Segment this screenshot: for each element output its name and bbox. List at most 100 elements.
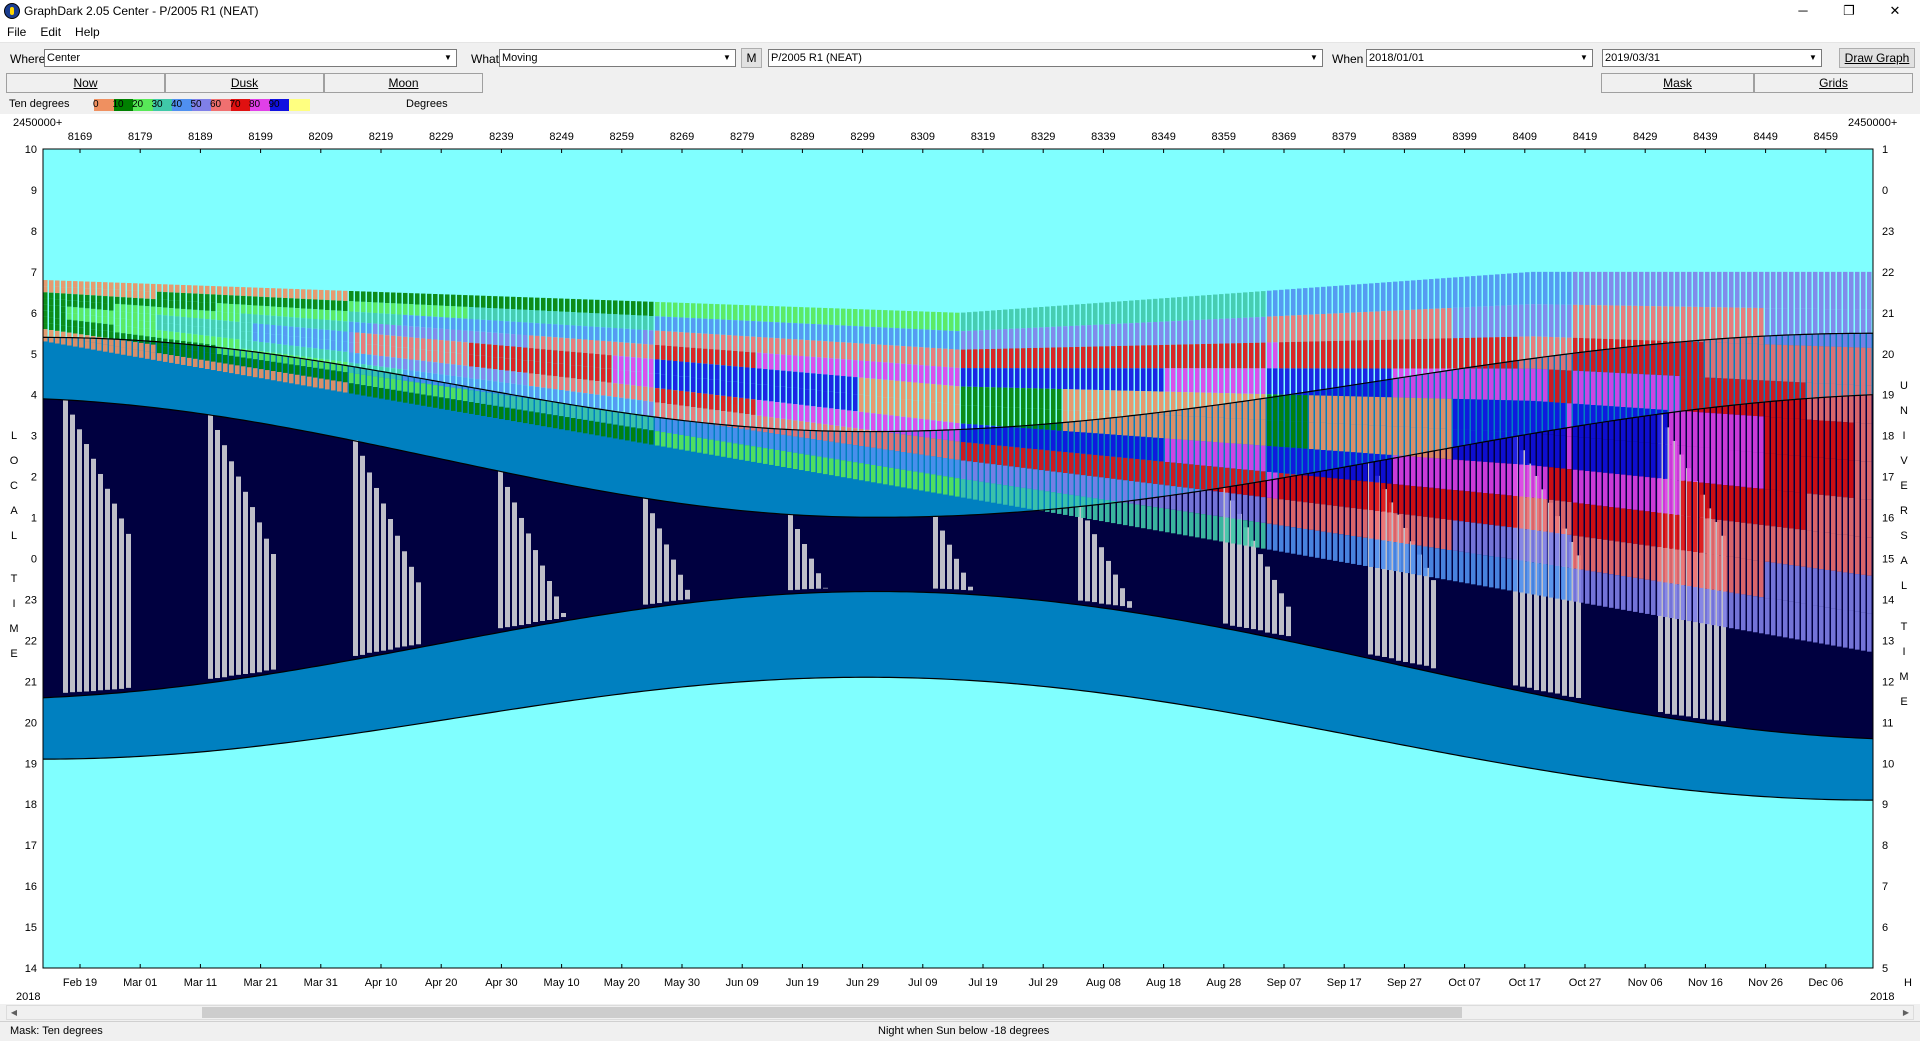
altitude-cell bbox=[523, 385, 528, 398]
altitude-cell bbox=[1351, 368, 1356, 397]
where-select[interactable]: Center ▼ bbox=[44, 49, 457, 67]
tab-moon[interactable]: Moon bbox=[324, 73, 483, 93]
altitude-cell bbox=[931, 384, 936, 403]
altitude-cell bbox=[799, 404, 804, 422]
chevron-down-icon[interactable]: ▼ bbox=[1576, 50, 1592, 66]
horizontal-scrollbar[interactable]: ◀ ▶ bbox=[6, 1005, 1914, 1020]
tab-grids[interactable]: Grids bbox=[1754, 73, 1913, 93]
altitude-cell bbox=[529, 335, 534, 349]
object-select[interactable]: P/2005 R1 (NEAT) ▼ bbox=[768, 49, 1323, 67]
altitude-cell bbox=[1723, 449, 1728, 486]
chevron-down-icon[interactable]: ▼ bbox=[1805, 50, 1821, 66]
altitude-cell bbox=[343, 321, 348, 332]
end-date-select[interactable]: 2019/03/31 ▼ bbox=[1602, 49, 1822, 67]
altitude-cell bbox=[283, 326, 288, 336]
close-button[interactable]: ✕ bbox=[1872, 0, 1918, 22]
altitude-cell bbox=[1867, 385, 1872, 424]
tab-dusk[interactable]: Dusk bbox=[165, 73, 324, 93]
menu-edit[interactable]: Edit bbox=[33, 22, 68, 42]
altitude-cell bbox=[421, 338, 426, 350]
scroll-thumb[interactable] bbox=[202, 1007, 1462, 1018]
altitude-chart[interactable]: 2450000+ 2450000+ 8169 8179 8189 8199 8209 82… bbox=[0, 114, 1920, 1004]
altitude-cell bbox=[949, 330, 954, 350]
draw-graph-button[interactable]: Draw Graph bbox=[1839, 48, 1915, 68]
altitude-cell bbox=[1813, 494, 1818, 532]
altitude-cell bbox=[1261, 368, 1266, 395]
moon-stripe bbox=[395, 535, 400, 648]
altitude-cell bbox=[1369, 510, 1374, 539]
altitude-cell bbox=[1303, 448, 1308, 476]
altitude-cell bbox=[1453, 307, 1458, 339]
altitude-cell bbox=[823, 307, 828, 325]
start-date-select[interactable]: 2018/01/01 ▼ bbox=[1366, 49, 1593, 67]
top-tick-label: 8319 bbox=[971, 131, 995, 143]
altitude-cell bbox=[1249, 495, 1254, 522]
altitude-cell bbox=[283, 297, 288, 308]
altitude-cell bbox=[1405, 426, 1410, 457]
altitude-cell bbox=[835, 409, 840, 426]
altitude-cell bbox=[685, 391, 690, 407]
altitude-cell bbox=[841, 342, 846, 360]
altitude-cell bbox=[1117, 390, 1122, 413]
what-select[interactable]: Moving ▼ bbox=[499, 49, 736, 67]
altitude-cell bbox=[1465, 307, 1470, 338]
altitude-cell bbox=[427, 361, 432, 373]
altitude-cell bbox=[1567, 502, 1572, 535]
moon-stripe bbox=[664, 544, 669, 602]
chevron-down-icon[interactable]: ▼ bbox=[1306, 50, 1322, 66]
altitude-cell bbox=[1723, 378, 1728, 414]
altitude-cell bbox=[1759, 452, 1764, 489]
altitude-cell bbox=[1027, 368, 1032, 389]
scroll-left-icon[interactable]: ◀ bbox=[7, 1006, 21, 1019]
altitude-cell bbox=[1375, 368, 1380, 397]
altitude-cell bbox=[223, 303, 228, 313]
tab-now[interactable]: Now bbox=[6, 73, 165, 93]
altitude-cell bbox=[319, 368, 324, 379]
altitude-cell bbox=[643, 415, 648, 430]
chevron-down-icon[interactable]: ▼ bbox=[440, 50, 456, 66]
altitude-cell bbox=[409, 293, 414, 305]
altitude-cell bbox=[1105, 478, 1110, 501]
altitude-cell bbox=[1201, 489, 1206, 515]
altitude-cell bbox=[1603, 338, 1608, 373]
m-button[interactable]: M bbox=[741, 48, 762, 68]
altitude-cell bbox=[43, 298, 48, 305]
altitude-cell bbox=[289, 364, 294, 374]
altitude-cell bbox=[1315, 314, 1320, 342]
altitude-cell bbox=[727, 319, 732, 336]
altitude-cell bbox=[415, 360, 420, 372]
altitude-cell bbox=[1759, 597, 1764, 634]
altitude-cell bbox=[391, 314, 396, 325]
menu-help[interactable]: Help bbox=[68, 22, 107, 42]
altitude-cell bbox=[1855, 574, 1860, 612]
altitude-cell bbox=[829, 324, 834, 342]
scroll-right-icon[interactable]: ▶ bbox=[1899, 1006, 1913, 1019]
altitude-cell bbox=[1099, 477, 1104, 500]
altitude-cell bbox=[1315, 530, 1320, 558]
y-right-tick-label: 23 bbox=[1882, 226, 1894, 238]
altitude-cell bbox=[1669, 514, 1674, 549]
altitude-cell bbox=[763, 448, 768, 464]
altitude-cell bbox=[1321, 368, 1326, 396]
maximize-button[interactable]: ❐ bbox=[1826, 0, 1872, 22]
altitude-cell bbox=[631, 413, 636, 428]
altitude-cell bbox=[307, 299, 312, 309]
altitude-cell bbox=[871, 413, 876, 431]
altitude-cell bbox=[1297, 341, 1302, 369]
altitude-cell bbox=[1225, 393, 1230, 419]
chart-svg[interactable]: 2450000+ 2450000+ 8169 8179 8189 8199 8209 82… bbox=[0, 114, 1920, 1004]
altitude-cell bbox=[835, 425, 840, 443]
menu-file[interactable]: File bbox=[0, 22, 33, 42]
chevron-down-icon[interactable]: ▼ bbox=[719, 50, 735, 66]
altitude-cell bbox=[1213, 442, 1218, 467]
altitude-cell bbox=[631, 357, 636, 372]
tab-mask[interactable]: Mask bbox=[1601, 73, 1754, 93]
altitude-cell bbox=[1027, 428, 1032, 449]
altitude-cell bbox=[55, 311, 60, 319]
altitude-cell bbox=[1627, 543, 1632, 577]
altitude-cell bbox=[1531, 271, 1536, 305]
moon-stripe bbox=[257, 522, 262, 673]
altitude-cell bbox=[205, 360, 210, 370]
altitude-cell bbox=[91, 295, 96, 303]
minimize-button[interactable]: ─ bbox=[1780, 0, 1826, 22]
